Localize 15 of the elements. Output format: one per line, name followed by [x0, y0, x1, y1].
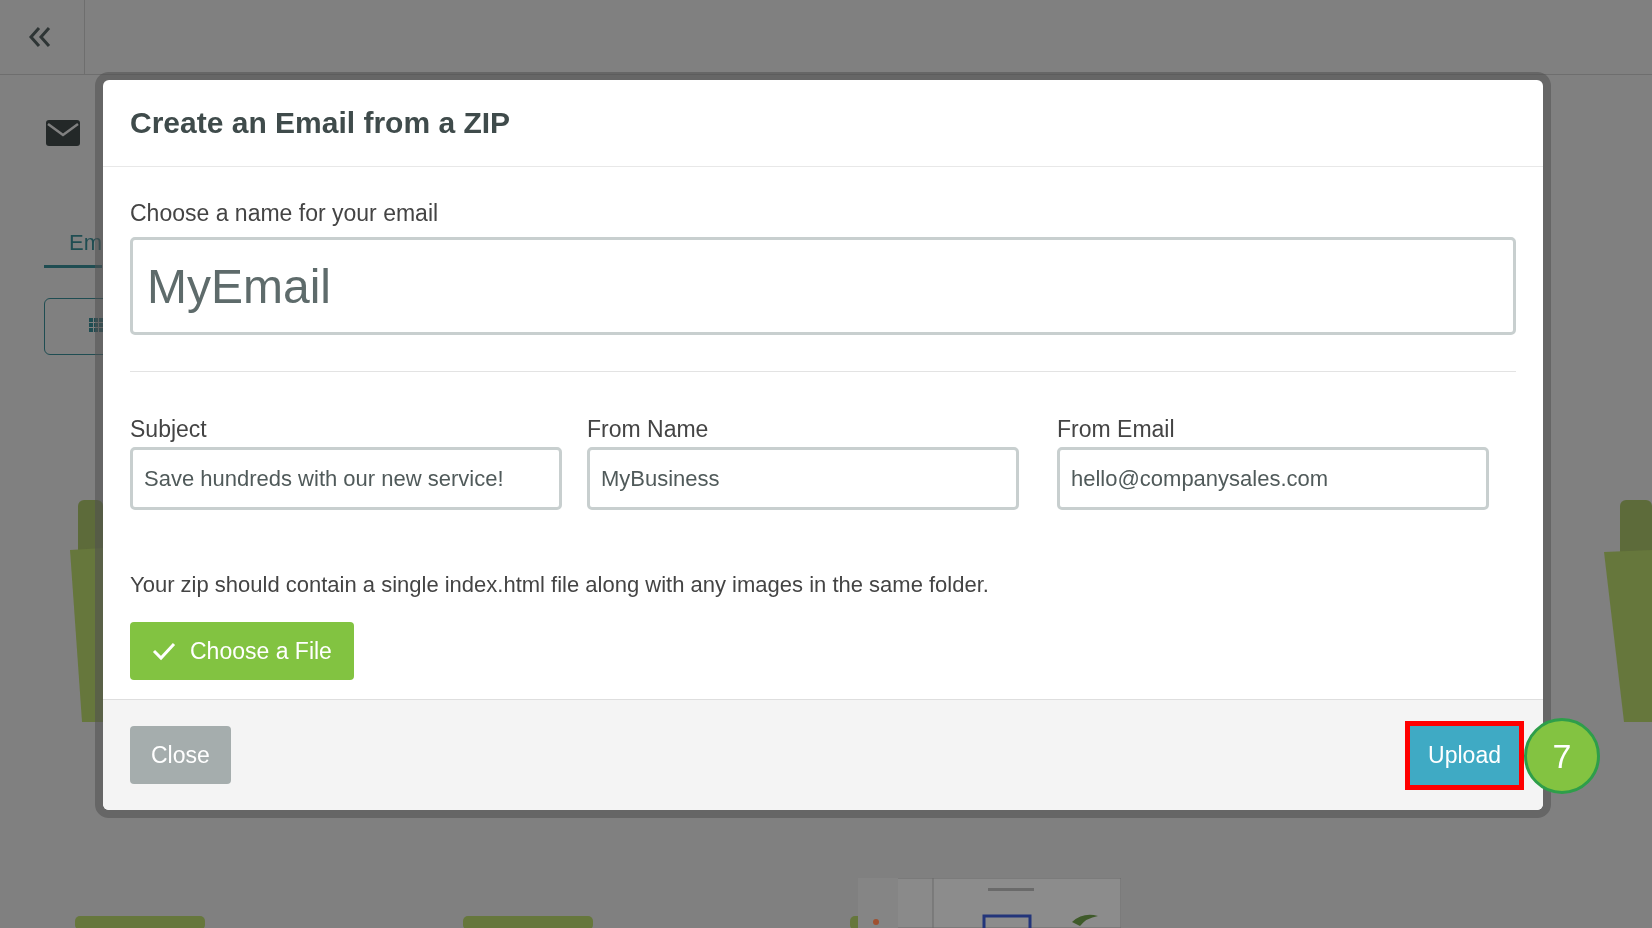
name-field[interactable]: MyEmail [130, 237, 1516, 335]
instruction-text: Your zip should contain a single index.html file along with any images in the same folder. [130, 572, 990, 598]
field-label: Subject [130, 416, 208, 443]
dialog-title: Create an Email from a ZIP [130, 106, 511, 140]
field-label: Choose a name for your email [130, 200, 440, 227]
check-icon [152, 641, 176, 661]
step-badge: 7 [1524, 718, 1600, 794]
field-label: From Email [1057, 416, 1176, 443]
input-field[interactable]: Save hundreds with our new service! [130, 447, 562, 510]
grid-icon [89, 318, 103, 332]
field-label: From Name [587, 416, 710, 443]
input-field[interactable]: hello@companysales.com [1057, 447, 1489, 510]
envelope-icon [46, 120, 80, 146]
double-chevron-icon[interactable] [28, 26, 52, 48]
input-field[interactable]: MyBusiness [587, 447, 1019, 510]
